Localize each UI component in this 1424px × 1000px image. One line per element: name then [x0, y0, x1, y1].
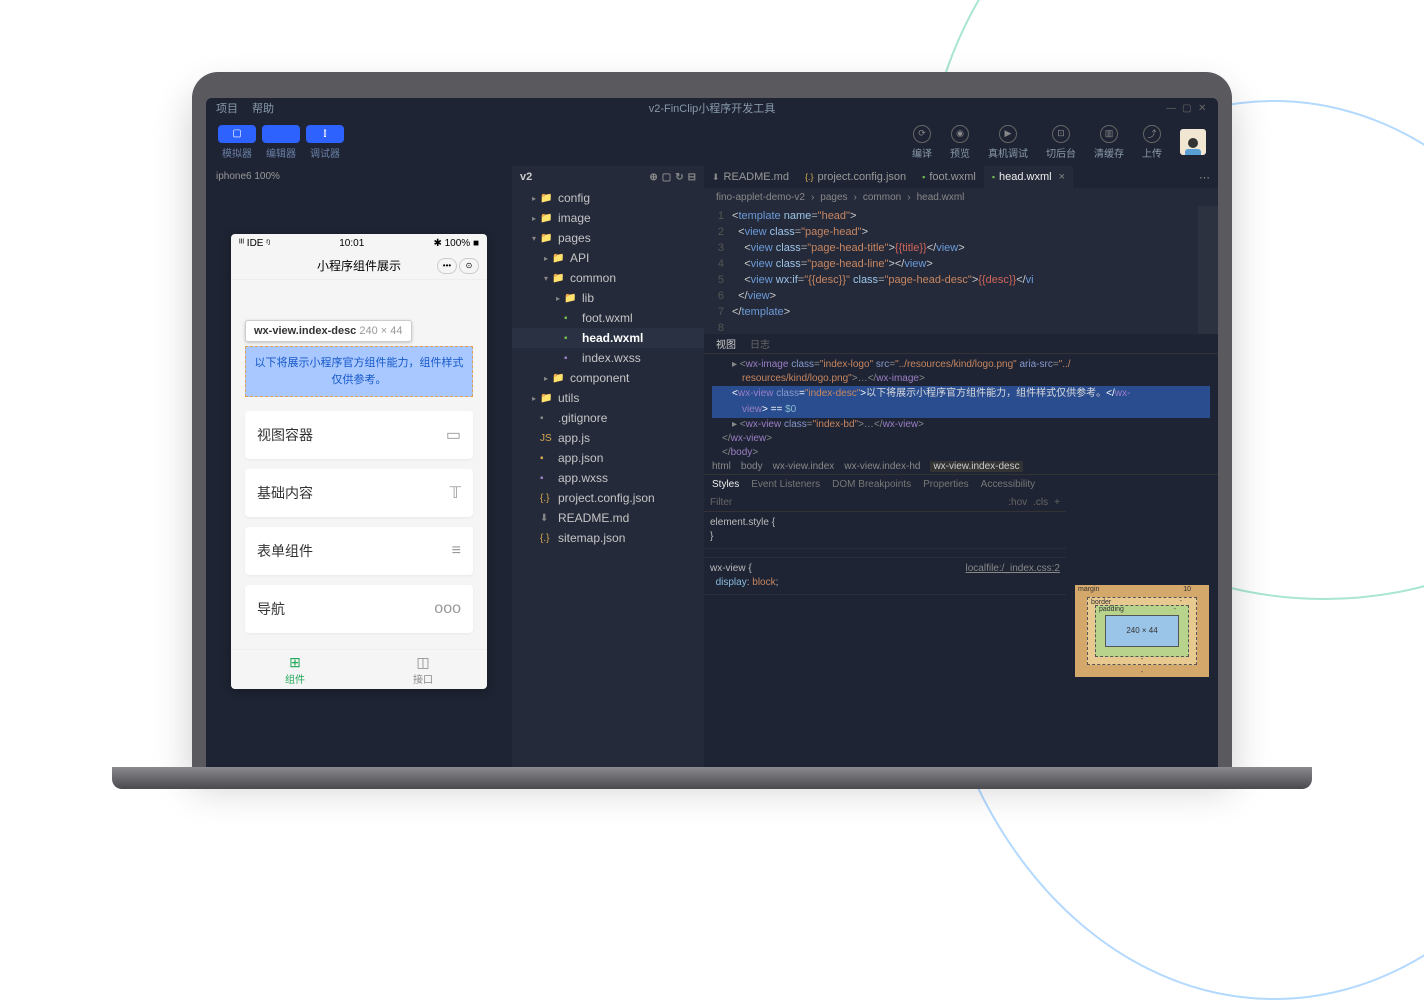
- tree-project.config.json[interactable]: {.}project.config.json: [512, 488, 704, 508]
- devtool-tab-视图[interactable]: 视图: [716, 336, 736, 351]
- css-rule[interactable]: element.style {}: [704, 512, 1066, 549]
- device-info[interactable]: iphone6 100%: [206, 166, 512, 186]
- tool-tab-编辑器[interactable]: 编辑器: [262, 125, 300, 160]
- inspect-tooltip: wx-view.index-desc 240 × 44: [245, 320, 412, 342]
- styles-tab-Styles[interactable]: Styles: [712, 479, 739, 490]
- styles-filter: Filter :hov .cls +: [704, 494, 1066, 512]
- window-title: v2-FinClip小程序开发工具: [649, 100, 776, 116]
- maximize-icon[interactable]: ▢: [1182, 103, 1192, 113]
- editor-tab-foot.wxml[interactable]: ▪foot.wxml: [914, 166, 984, 188]
- styles-tab-Accessibility[interactable]: Accessibility: [981, 479, 1035, 490]
- tree-app.wxss[interactable]: ▪app.wxss: [512, 468, 704, 488]
- tree-lib[interactable]: ▸📁lib: [512, 288, 704, 308]
- dom-breadcrumb[interactable]: htmlbodywx-view.indexwx-view.index-hdwx-…: [704, 458, 1218, 474]
- simulator-panel: iphone6 100% ᴵᴵᴵ IDE ᵑ 10:01 ✱ 100% ■ 小程…: [206, 166, 512, 767]
- menu-help[interactable]: 帮助: [252, 100, 274, 116]
- menu-dots-icon[interactable]: •••: [437, 258, 457, 274]
- code-editor[interactable]: 1<template name="head">2 <view class="pa…: [704, 206, 1218, 334]
- tab-接口[interactable]: ◫接口: [359, 650, 487, 689]
- menubar: 项目 帮助 v2-FinClip小程序开发工具 — ▢ ✕: [206, 98, 1218, 118]
- tree-head.wxml[interactable]: ▪head.wxml: [512, 328, 704, 348]
- tool-tab-模拟器[interactable]: ▢模拟器: [218, 125, 256, 160]
- app-titlebar: 小程序组件展示 ••• ⊙: [231, 252, 487, 280]
- laptop-frame: 项目 帮助 v2-FinClip小程序开发工具 — ▢ ✕ ▢模拟器编辑器⫾调试…: [192, 72, 1232, 767]
- styles-tab-Properties[interactable]: Properties: [923, 479, 969, 490]
- card-视图容器[interactable]: 视图容器▭: [245, 411, 473, 459]
- toolbar: ▢模拟器编辑器⫾调试器 ⟳编译 ◉预览 ▶真机调试 ⊡切后台 ▥清缓存 ⤴上传: [206, 118, 1218, 166]
- tree-index.wxss[interactable]: ▪index.wxss: [512, 348, 704, 368]
- new-file-icon[interactable]: ⊕: [649, 172, 657, 183]
- tree-image[interactable]: ▸📁image: [512, 208, 704, 228]
- tool-tab-调试器[interactable]: ⫾调试器: [306, 125, 344, 160]
- toolbar-上传[interactable]: ⤴上传: [1142, 125, 1162, 160]
- avatar[interactable]: [1180, 129, 1206, 155]
- filter-input[interactable]: Filter: [710, 497, 732, 508]
- time-label: 10:01: [270, 238, 433, 249]
- styles-tab-DOM Breakpoints[interactable]: DOM Breakpoints: [832, 479, 911, 490]
- add-rule-icon[interactable]: +: [1054, 497, 1060, 508]
- close-tab-icon[interactable]: ×: [1059, 171, 1065, 183]
- phone-statusbar: ᴵᴵᴵ IDE ᵑ 10:01 ✱ 100% ■: [231, 234, 487, 252]
- css-rule[interactable]: </span>.index-desc {<br>&nbsp;&nbsp;<spa…: [704, 549, 1066, 558]
- box-model[interactable]: margin10 border- padding- 240 × 44 - -: [1066, 494, 1218, 767]
- toolbar-预览[interactable]: ◉预览: [950, 125, 970, 160]
- card-表单组件[interactable]: 表单组件≡: [245, 527, 473, 575]
- ide-screen: 项目 帮助 v2-FinClip小程序开发工具 — ▢ ✕ ▢模拟器编辑器⫾调试…: [206, 98, 1218, 767]
- cls-toggle[interactable]: .cls: [1033, 497, 1048, 508]
- card-导航[interactable]: 导航ooo: [245, 585, 473, 633]
- editor-tab-README.md[interactable]: ⬇README.md: [704, 166, 797, 188]
- menu-project[interactable]: 项目: [216, 100, 238, 116]
- tab-组件[interactable]: ⊞组件: [231, 650, 359, 689]
- dom-tree[interactable]: ▸ <wx-image class="index-logo" src="../r…: [704, 354, 1218, 458]
- close-circle-icon[interactable]: ⊙: [459, 258, 479, 274]
- toolbar-清缓存[interactable]: ▥清缓存: [1094, 125, 1124, 160]
- highlighted-element[interactable]: 以下将展示小程序官方组件能力，组件样式仅供参考。: [245, 346, 473, 397]
- devtool-tab-日志[interactable]: 日志: [750, 336, 770, 351]
- tree-README.md[interactable]: ⬇README.md: [512, 508, 704, 528]
- tree-config[interactable]: ▸📁config: [512, 188, 704, 208]
- window-controls: — ▢ ✕: [1166, 103, 1208, 113]
- signal-label: ᴵᴵᴵ IDE ᵑ: [239, 238, 270, 249]
- tree-component[interactable]: ▸📁component: [512, 368, 704, 388]
- toolbar-切后台[interactable]: ⊡切后台: [1046, 125, 1076, 160]
- battery-label: ✱ 100% ■: [433, 238, 479, 249]
- tree-common[interactable]: ▾📁common: [512, 268, 704, 288]
- hov-toggle[interactable]: :hov: [1008, 497, 1027, 508]
- tree-API[interactable]: ▸📁API: [512, 248, 704, 268]
- css-rule[interactable]: localfile:/_index.css:2wx-view { display…: [704, 558, 1066, 595]
- tree-utils[interactable]: ▸📁utils: [512, 388, 704, 408]
- card-基础内容[interactable]: 基础内容𝕋: [245, 469, 473, 517]
- devtools-panel: 视图日志 ▸ <wx-image class="index-logo" src=…: [704, 334, 1218, 767]
- app-title: 小程序组件展示: [317, 257, 401, 274]
- editor-tab-project.config.json[interactable]: {.}project.config.json: [797, 166, 914, 188]
- more-tabs-icon[interactable]: ⋯: [1191, 171, 1218, 184]
- toolbar-真机调试[interactable]: ▶真机调试: [988, 125, 1028, 160]
- phone-preview: ᴵᴵᴵ IDE ᵑ 10:01 ✱ 100% ■ 小程序组件展示 ••• ⊙ w…: [231, 234, 487, 689]
- minimize-icon[interactable]: —: [1166, 103, 1176, 113]
- editor-tabs: ⬇README.md{.}project.config.json▪foot.wx…: [704, 166, 1218, 188]
- breadcrumb[interactable]: fino-applet-demo-v2 › pages › common › h…: [704, 188, 1218, 206]
- tree-sitemap.json[interactable]: {.}sitemap.json: [512, 528, 704, 548]
- tree-pages[interactable]: ▾📁pages: [512, 228, 704, 248]
- styles-tab-Event Listeners[interactable]: Event Listeners: [751, 479, 820, 490]
- editor-tab-head.wxml[interactable]: ▪head.wxml×: [984, 166, 1073, 188]
- tree-app.js[interactable]: JSapp.js: [512, 428, 704, 448]
- new-folder-icon[interactable]: ▢: [662, 172, 671, 183]
- tree-foot.wxml[interactable]: ▪foot.wxml: [512, 308, 704, 328]
- collapse-icon[interactable]: ⊟: [688, 172, 696, 183]
- file-explorer: v2 ⊕ ▢ ↻ ⊟ ▸📁config▸📁image▾📁pages▸📁API▾📁…: [512, 166, 704, 767]
- toolbar-编译[interactable]: ⟳编译: [912, 125, 932, 160]
- tree-app.json[interactable]: ▪app.json: [512, 448, 704, 468]
- minimap[interactable]: [1198, 206, 1218, 334]
- tree-.gitignore[interactable]: ▪.gitignore: [512, 408, 704, 428]
- close-icon[interactable]: ✕: [1198, 103, 1208, 113]
- explorer-header[interactable]: v2 ⊕ ▢ ↻ ⊟: [512, 166, 704, 188]
- refresh-icon[interactable]: ↻: [675, 172, 683, 183]
